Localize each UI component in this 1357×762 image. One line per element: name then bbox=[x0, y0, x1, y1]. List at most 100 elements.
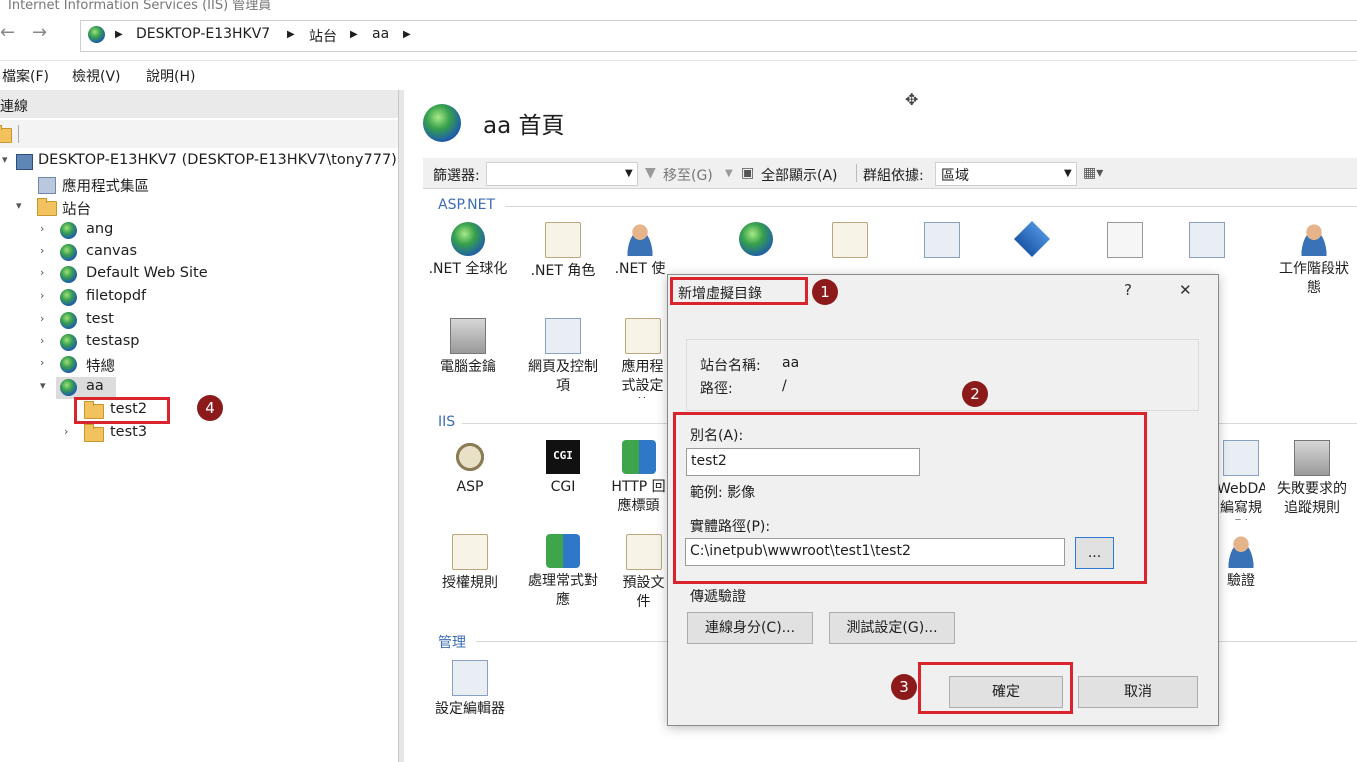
feature-webdav[interactable]: WebDAV 編寫規則 bbox=[1217, 440, 1265, 520]
chevron-down-icon[interactable]: ▼ bbox=[625, 168, 633, 179]
feature-authorization[interactable]: 授權規則 bbox=[430, 534, 510, 593]
show-all-button[interactable]: 全部顯示(A) bbox=[761, 165, 838, 185]
expand-icon[interactable]: › bbox=[40, 266, 44, 279]
step-badge-3: 3 bbox=[891, 674, 917, 700]
feature-authentication[interactable]: 驗證 bbox=[1217, 534, 1265, 614]
tree-node-app-pools[interactable]: 應用程式集區 bbox=[0, 174, 398, 196]
help-icon[interactable]: ? bbox=[1124, 281, 1132, 299]
feature-net-authorization[interactable] bbox=[810, 222, 890, 262]
feature-handler-mappings[interactable]: 處理常式對應 bbox=[523, 534, 603, 610]
view-mode-icon[interactable]: ▦▾ bbox=[1083, 165, 1103, 181]
section-manage[interactable]: 管理 bbox=[438, 632, 466, 652]
expand-icon[interactable]: › bbox=[40, 289, 44, 302]
expand-icon[interactable]: › bbox=[40, 222, 44, 235]
tree-label: ang bbox=[86, 221, 114, 237]
feature-smtp[interactable] bbox=[1167, 222, 1247, 262]
cancel-button[interactable]: 取消 bbox=[1078, 676, 1198, 708]
document-icon bbox=[625, 534, 662, 570]
move-cursor-icon: ✥ bbox=[905, 90, 919, 109]
expand-icon[interactable]: › bbox=[40, 334, 44, 347]
breadcrumb-server[interactable]: DESKTOP-E13HKV7 bbox=[136, 26, 270, 42]
test-settings-button[interactable]: 測試設定(G)... bbox=[829, 612, 955, 644]
tree-node-site[interactable]: › canvas bbox=[0, 242, 398, 264]
compile-icon bbox=[1013, 220, 1051, 258]
breadcrumb-site[interactable]: aa bbox=[372, 26, 389, 42]
address-bar[interactable]: ▶ DESKTOP-E13HKV7 ▶ 站台 ▶ aa ▶ bbox=[80, 20, 1357, 52]
filter-input[interactable] bbox=[486, 162, 638, 186]
go-button[interactable]: 移至(G) bbox=[663, 165, 713, 185]
tree-node-site[interactable]: › Default Web Site bbox=[0, 264, 398, 286]
section-iis[interactable]: IIS bbox=[438, 414, 455, 430]
key-icon bbox=[450, 318, 486, 354]
tree-node-virtual-dir[interactable]: › test3 bbox=[0, 423, 398, 445]
globe-icon bbox=[88, 26, 105, 43]
tree-node-server[interactable]: ▾ DESKTOP-E13HKV7 (DESKTOP-E13HKV7\tony7… bbox=[0, 151, 398, 173]
feature-net-profile[interactable] bbox=[902, 222, 982, 262]
chevron-right-icon: ▶ bbox=[115, 29, 123, 40]
feature-net-error-pages[interactable] bbox=[1085, 222, 1165, 262]
group-by-select[interactable]: 區域 ▼ bbox=[935, 162, 1077, 186]
folder-icon[interactable] bbox=[0, 125, 12, 143]
feature-label: 應用程式設定值 bbox=[621, 359, 664, 398]
feature-label: 處理常式對應 bbox=[528, 573, 598, 608]
window-title-bar: Internet Information Services (IIS) 管理員 bbox=[0, 0, 1357, 12]
tree-node-site[interactable]: › testasp bbox=[0, 332, 398, 354]
feature-label: HTTP 回應標頭 bbox=[611, 479, 666, 514]
tree-node-sites[interactable]: ▾ 站台 bbox=[0, 197, 398, 219]
lock-icon bbox=[452, 534, 488, 570]
feature-app-settings[interactable]: 應用程式設定值 bbox=[618, 318, 667, 398]
feature-default-document[interactable]: 預設文件 bbox=[620, 534, 667, 614]
step-badge-1: 1 bbox=[812, 279, 838, 305]
feature-net-globalization[interactable]: .NET 全球化 bbox=[428, 222, 508, 279]
chevron-down-icon[interactable]: ▼ bbox=[725, 168, 733, 179]
feature-cgi[interactable]: CGI CGI bbox=[523, 440, 603, 497]
chevron-right-icon: ▶ bbox=[403, 29, 411, 40]
forward-arrow-icon[interactable]: → bbox=[32, 22, 47, 43]
tree-node-site[interactable]: › test bbox=[0, 310, 398, 332]
section-aspnet[interactable]: ASP.NET bbox=[438, 197, 495, 213]
expand-icon[interactable]: › bbox=[40, 244, 44, 257]
feature-pages-controls[interactable]: 網頁及控制項 bbox=[523, 318, 603, 396]
window-title: Internet Information Services (IIS) 管理員 bbox=[8, 0, 272, 12]
tree-node-site[interactable]: › 特總 bbox=[0, 354, 398, 376]
menu-view[interactable]: 檢視(V) bbox=[72, 66, 121, 86]
tree-node-site-selected[interactable]: aa bbox=[56, 377, 116, 399]
feature-net-roles[interactable]: .NET 角色 bbox=[523, 222, 603, 281]
feature-session-state[interactable]: 工作階段狀態 bbox=[1274, 222, 1354, 298]
tree-node-site[interactable]: › ang bbox=[0, 220, 398, 242]
collapse-icon[interactable]: ▾ bbox=[40, 379, 46, 392]
globe-icon bbox=[60, 266, 77, 283]
feature-label: CGI bbox=[550, 479, 576, 495]
expand-icon[interactable]: › bbox=[64, 425, 68, 438]
feature-config-editor[interactable]: 設定編輯器 bbox=[430, 660, 510, 719]
breadcrumb-sites[interactable]: 站台 bbox=[309, 26, 337, 46]
back-arrow-icon[interactable]: ← bbox=[0, 22, 15, 43]
feature-failed-request[interactable]: 失敗要求的追蹤規則 bbox=[1272, 440, 1352, 518]
feature-machine-key[interactable]: 電腦金鑰 bbox=[428, 318, 508, 377]
collapse-icon[interactable]: ▾ bbox=[16, 199, 22, 212]
group-by-value: 區域 bbox=[941, 168, 969, 184]
feature-net-users[interactable]: .NET 使用者 bbox=[610, 222, 670, 278]
feature-http-headers[interactable]: HTTP 回應標頭 bbox=[610, 440, 667, 520]
server-icon bbox=[16, 154, 33, 170]
feature-net-trust[interactable] bbox=[716, 222, 796, 260]
tree-node-site[interactable]: › filetopdf bbox=[0, 287, 398, 309]
feature-label: 工作階段狀態 bbox=[1279, 261, 1349, 296]
feature-net-compilation[interactable] bbox=[992, 220, 1072, 260]
expand-icon[interactable]: › bbox=[40, 356, 44, 369]
collapse-icon[interactable]: ▾ bbox=[2, 153, 8, 166]
globe-icon bbox=[60, 356, 77, 373]
menu-bar: 檔案(F) 檢視(V) 說明(H) bbox=[0, 60, 1357, 89]
profile-icon bbox=[924, 222, 960, 258]
config-editor-icon bbox=[452, 660, 488, 696]
expand-icon[interactable]: › bbox=[40, 312, 44, 325]
close-icon[interactable]: ✕ bbox=[1179, 281, 1192, 299]
feature-asp[interactable]: ASP bbox=[430, 440, 510, 497]
connections-title: 連線 bbox=[0, 99, 28, 115]
highlight-box-1 bbox=[670, 277, 808, 305]
menu-file[interactable]: 檔案(F) bbox=[2, 66, 49, 86]
settings-icon bbox=[624, 318, 661, 354]
globe-icon bbox=[451, 222, 485, 256]
menu-help[interactable]: 說明(H) bbox=[146, 66, 195, 86]
connect-as-button[interactable]: 連線身分(C)... bbox=[687, 612, 813, 644]
